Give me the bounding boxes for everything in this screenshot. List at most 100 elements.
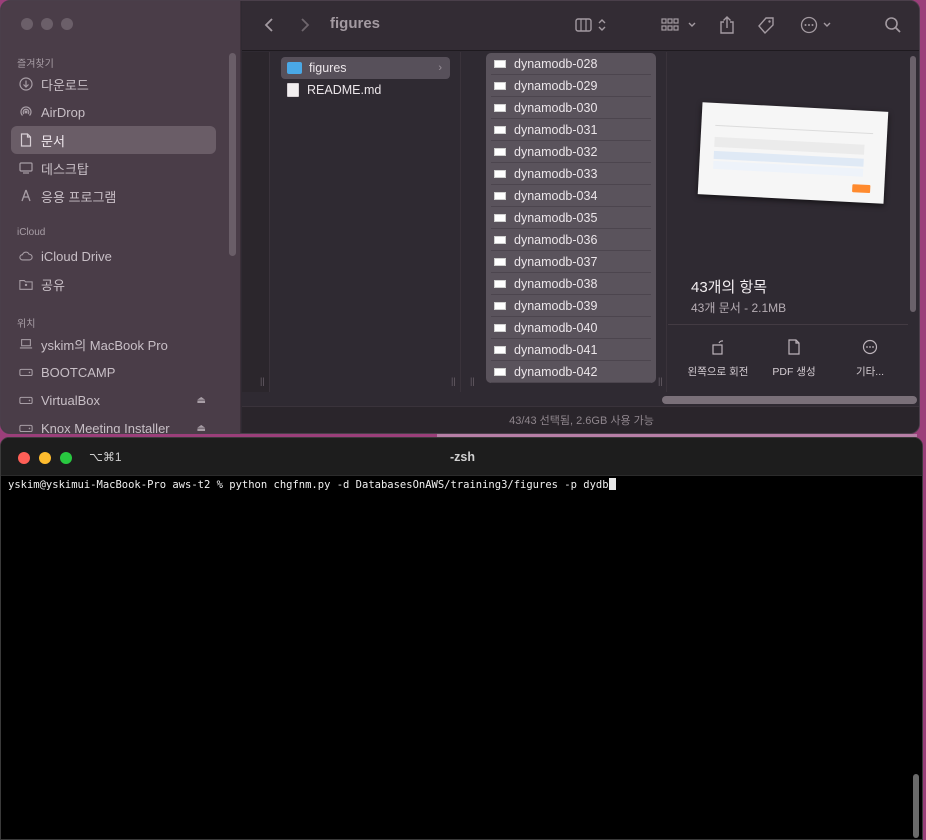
sidebar-item[interactable]: AirDrop (11, 98, 216, 126)
window-title: figures (330, 15, 381, 32)
finder-sidebar: 즐겨찾기 다운로드 AirDrop 문서 데스크탑 응용 프로그램 iCloud iCloud… (1, 1, 241, 434)
file-name: dynamodb-029 (514, 78, 598, 93)
window-controls (21, 18, 73, 30)
zoom-button[interactable] (61, 18, 73, 30)
file-row[interactable]: dynamodb-036 (491, 229, 651, 251)
eject-icon[interactable]: ⏏ (197, 395, 206, 406)
sidebar-item[interactable]: BOOTCAMP (11, 358, 216, 386)
create-pdf-label: PDF 생성 (772, 366, 816, 378)
file-row[interactable]: dynamodb-031 (491, 119, 651, 141)
preview-scrollbar[interactable] (910, 56, 916, 312)
cloud-icon (19, 249, 33, 263)
file-row[interactable]: dynamodb-028 (491, 53, 651, 75)
file-name: dynamodb-037 (514, 254, 598, 269)
image-file-icon (494, 213, 506, 222)
file-row[interactable]: dynamodb-029 (491, 75, 651, 97)
sidebar-item[interactable]: 다운로드 (11, 70, 216, 98)
terminal-scrollbar[interactable] (913, 774, 919, 838)
more-actions-icon[interactable] (798, 13, 838, 37)
create-pdf-button[interactable]: PDF 생성 (754, 339, 834, 379)
preview-pane: 43개의 항목 43개 문서 - 2.1MB 왼쪽으로 회전 PDF 생성 기타… (668, 52, 919, 392)
sidebar-item[interactable]: yskim의 MacBook Pro (11, 330, 216, 358)
sidebar-item[interactable]: 문서 (11, 126, 216, 154)
preview-actions: 왼쪽으로 회전 PDF 생성 기타... (668, 324, 908, 378)
sidebar-scrollbar[interactable] (229, 53, 236, 256)
group-grid-icon[interactable] (660, 13, 700, 37)
sidebar-item-label: 데스크탑 (41, 161, 89, 177)
file-name: dynamodb-040 (514, 320, 598, 335)
column-resize-handle[interactable]: || (260, 376, 265, 386)
horizontal-scrollbar[interactable] (662, 396, 917, 404)
more-options-button[interactable]: 기타... (830, 339, 910, 379)
finder-window: 즐겨찾기 다운로드 AirDrop 문서 데스크탑 응용 프로그램 iCloud iCloud… (0, 0, 920, 434)
file-row[interactable]: dynamodb-034 (491, 185, 651, 207)
image-file-icon (494, 59, 506, 68)
sidebar-item-label: 공유 (41, 277, 65, 293)
image-file-icon (494, 301, 506, 310)
terminal-window: ⌥⌘1 -zsh yskim@yskimui-MacBook-Pro aws-t… (0, 437, 923, 840)
laptop-icon (19, 337, 33, 351)
file-row[interactable]: dynamodb-038 (491, 273, 651, 295)
tag-icon[interactable] (754, 13, 778, 37)
file-row[interactable]: dynamodb-041 (491, 339, 651, 361)
close-button[interactable] (21, 18, 33, 30)
rotate-left-icon (678, 339, 758, 358)
rotate-left-label: 왼쪽으로 회전 (687, 366, 749, 378)
search-icon[interactable] (882, 13, 904, 37)
column-resize-handle[interactable]: || (451, 376, 456, 386)
pdf-icon (754, 339, 834, 358)
image-file-icon (494, 345, 506, 354)
column-resize-handle[interactable]: || (658, 376, 663, 386)
text-cursor (608, 478, 616, 490)
airdrop-icon (19, 105, 33, 119)
sidebar-item[interactable]: 공유 (11, 270, 216, 298)
file-name: dynamodb-034 (514, 188, 598, 203)
minimize-button[interactable] (41, 18, 53, 30)
image-file-icon (494, 257, 506, 266)
sidebar-item-label: BOOTCAMP (41, 364, 116, 380)
rotate-left-button[interactable]: 왼쪽으로 회전 (678, 339, 758, 379)
file-row[interactable]: dynamodb-042 (491, 361, 651, 383)
image-file-icon (494, 323, 506, 332)
file-row[interactable]: dynamodb-037 (491, 251, 651, 273)
file-row[interactable]: dynamodb-040 (491, 317, 651, 339)
sidebar-item[interactable]: VirtualBox ⏏ (11, 386, 216, 414)
file-row[interactable]: dynamodb-033 (491, 163, 651, 185)
file-row[interactable]: dynamodb-035 (491, 207, 651, 229)
file-row[interactable]: dynamodb-032 (491, 141, 651, 163)
preview-subtitle: 43개 문서 - 2.1MB (691, 301, 787, 315)
file-row[interactable]: README.md (281, 79, 450, 101)
forward-chevron-icon[interactable] (296, 13, 314, 37)
sidebar-item[interactable]: 데스크탑 (11, 154, 216, 182)
status-bar: 43/43 선택됨, 2.6GB 사용 가능 (242, 406, 919, 433)
row-label: README.md (307, 83, 382, 97)
folder-row[interactable]: figures › (281, 57, 450, 79)
column-resize-handle[interactable]: || (470, 376, 475, 386)
disk-icon (19, 421, 33, 433)
preview-title: 43개의 항목 (691, 279, 768, 296)
sidebar-item-label: AirDrop (41, 104, 86, 120)
file-name: dynamodb-041 (514, 342, 598, 357)
sidebar-item-label: Knox Meeting Installer (41, 420, 170, 434)
eject-icon[interactable]: ⏏ (197, 423, 206, 434)
desktop: 즐겨찾기 다운로드 AirDrop 문서 데스크탑 응용 프로그램 iCloud iCloud… (0, 0, 926, 840)
image-file-icon (494, 367, 506, 376)
sidebar-item[interactable]: Knox Meeting Installer ⏏ (11, 414, 216, 434)
file-row[interactable]: dynamodb-039 (491, 295, 651, 317)
terminal-command-line[interactable]: yskim@yskimui-MacBook-Pro aws-t2 % pytho… (8, 478, 616, 491)
column-1: || (242, 52, 270, 392)
sidebar-item-label: 문서 (41, 133, 65, 149)
file-row[interactable]: dynamodb-030 (491, 97, 651, 119)
shared-folder-icon (19, 277, 33, 291)
share-icon[interactable] (716, 13, 738, 37)
file-name: dynamodb-035 (514, 210, 598, 225)
sidebar-item[interactable]: 응용 프로그램 (11, 182, 216, 210)
file-name: dynamodb-039 (514, 298, 598, 313)
back-chevron-icon[interactable] (260, 13, 278, 37)
sidebar-section-label: 위치 (17, 319, 36, 330)
sidebar-item[interactable]: iCloud Drive (11, 242, 216, 270)
more-icon (830, 339, 910, 358)
view-columns-icon[interactable] (572, 13, 612, 37)
file-name: dynamodb-042 (514, 364, 598, 379)
image-file-icon (494, 125, 506, 134)
